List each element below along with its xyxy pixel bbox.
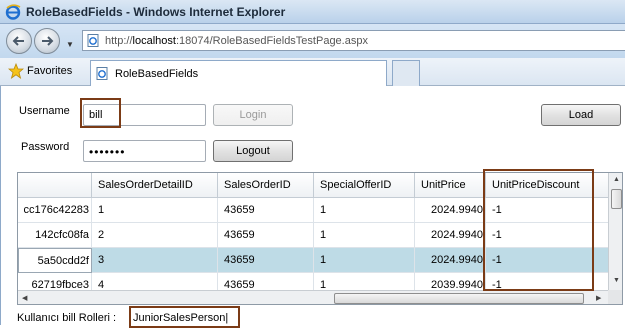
username-highlight	[80, 98, 121, 128]
cell-unitprice: 2024.9940	[415, 248, 486, 273]
username-label: Username	[19, 105, 70, 117]
cell-unitprice: 2024.9940	[415, 223, 486, 248]
column-header-unitprice[interactable]: UnitPrice	[415, 173, 486, 198]
cell-salesorderid: 43659	[218, 248, 314, 273]
back-icon	[12, 36, 24, 46]
forward-icon	[42, 36, 54, 46]
new-tab-button[interactable]	[392, 60, 420, 86]
cell-salesorderdetailid: 1	[92, 198, 218, 223]
cell-specialofferid: 1	[314, 223, 415, 248]
horizontal-scroll-thumb[interactable]	[334, 293, 584, 304]
column-header-salesorderdetailid[interactable]: SalesOrderDetailID	[92, 173, 218, 198]
star-icon[interactable]	[8, 63, 24, 79]
cell-key: cc176c42283	[18, 198, 92, 223]
column-header-specialofferid[interactable]: SpecialOfferID	[314, 173, 415, 198]
window-titlebar: RoleBasedFields - Windows Internet Explo…	[0, 0, 625, 24]
logout-button[interactable]: Logout	[213, 140, 293, 162]
page-content: Username bill Login Load Password ••••••…	[0, 86, 625, 328]
column-header-salesorderid[interactable]: SalesOrderID	[218, 173, 314, 198]
page-icon	[87, 34, 99, 47]
discount-column-highlight	[483, 169, 594, 291]
cell-key: 142cfc08fa	[18, 223, 92, 248]
column-header-key[interactable]	[18, 173, 92, 198]
window-title: RoleBasedFields - Windows Internet Explo…	[26, 5, 286, 19]
tab-rolebasedfields[interactable]: RoleBasedFields	[90, 60, 387, 86]
navigation-bar: ▼ http://localhost:18074/RoleBasedFields…	[0, 24, 625, 58]
login-button[interactable]: Login	[213, 104, 293, 126]
forward-button[interactable]	[34, 28, 60, 54]
address-bar[interactable]: http://localhost:18074/RoleBasedFieldsTe…	[82, 30, 625, 51]
load-button[interactable]: Load	[541, 104, 621, 126]
cell-salesorderdetailid: 3	[92, 248, 218, 273]
back-button[interactable]	[6, 28, 32, 54]
favorites-button[interactable]: Favorites	[27, 65, 72, 77]
horizontal-scrollbar[interactable]: ◀ ▶	[18, 290, 608, 304]
cell-salesorderdetailid: 2	[92, 223, 218, 248]
scroll-up-icon[interactable]: ▲	[613, 176, 620, 183]
vertical-scrollbar[interactable]: ▲ ▼	[608, 173, 622, 290]
cell-specialofferid: 1	[314, 198, 415, 223]
password-input[interactable]: •••••••	[83, 140, 206, 162]
vertical-scroll-thumb[interactable]	[611, 189, 622, 209]
cell-unitprice: 2024.9940	[415, 198, 486, 223]
scroll-down-icon[interactable]: ▼	[613, 277, 620, 284]
favorites-bar: Favorites RoleBasedFields	[0, 58, 625, 86]
cell-salesorderid: 43659	[218, 198, 314, 223]
cell-salesorderid: 43659	[218, 223, 314, 248]
tab-label: RoleBasedFields	[115, 68, 199, 80]
scroll-corner	[608, 290, 622, 304]
history-dropdown-icon[interactable]: ▼	[66, 40, 74, 49]
scroll-right-icon[interactable]: ▶	[596, 294, 601, 302]
scroll-left-icon[interactable]: ◀	[22, 294, 27, 302]
roles-label: Kullanıcı bill Rolleri :	[17, 312, 117, 324]
ie-icon	[5, 4, 21, 20]
cell-key: 5a50cdd2f	[18, 248, 92, 273]
address-url[interactable]: http://localhost:18074/RoleBasedFieldsTe…	[105, 35, 368, 47]
tab-page-icon	[96, 67, 108, 80]
password-label: Password	[21, 141, 70, 153]
cell-specialofferid: 1	[314, 248, 415, 273]
